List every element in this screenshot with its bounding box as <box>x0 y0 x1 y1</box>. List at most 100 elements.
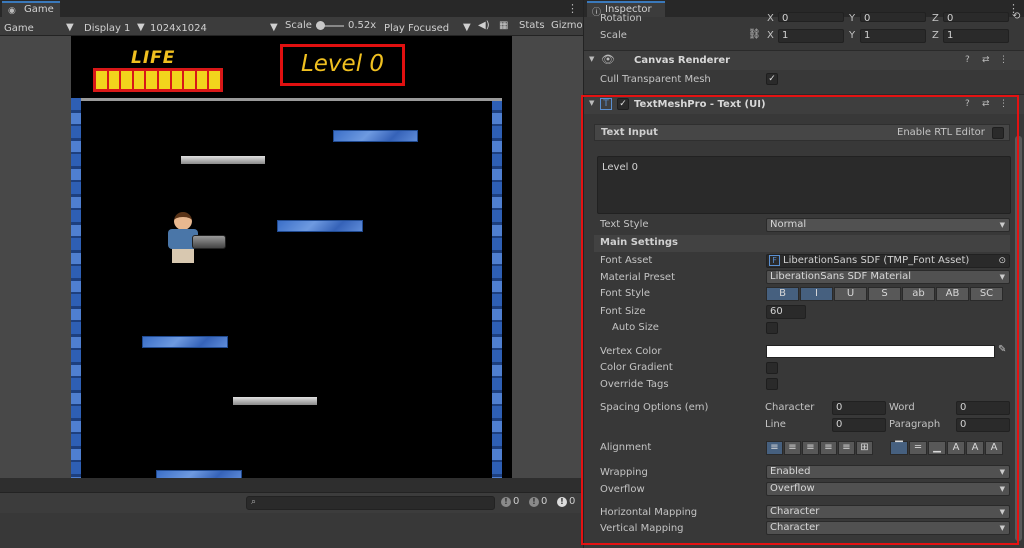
word-spacing-field[interactable]: 0 <box>956 401 1010 415</box>
rotation-z-field[interactable]: 0 <box>943 12 1009 22</box>
help-icon[interactable]: ? <box>965 99 970 109</box>
character-spacing-field[interactable]: 0 <box>832 401 886 415</box>
link-icon[interactable]: ⛓ <box>748 29 761 40</box>
console-log-area[interactable] <box>0 513 583 548</box>
component-menu-icon[interactable]: ⋮ <box>999 99 1008 109</box>
scale-y-field[interactable]: 1 <box>860 29 926 43</box>
alignment-label: Alignment <box>600 442 652 453</box>
chevron-down-icon[interactable]: ▼ <box>589 99 594 107</box>
eyedropper-icon[interactable]: ✎ <box>998 344 1006 355</box>
play-mode-value: Play Focused <box>384 23 450 34</box>
life-segment <box>133 71 145 89</box>
life-segment <box>108 71 120 89</box>
font-style-button-s[interactable]: S <box>868 287 901 301</box>
chevron-down-icon: ▼ <box>999 221 1005 229</box>
chevron-down-icon[interactable]: ▼ <box>589 55 594 63</box>
rotation-y-field[interactable]: 0 <box>860 12 926 22</box>
stats-button[interactable]: Stats <box>519 20 545 31</box>
blue-platform <box>142 336 228 348</box>
vertex-color-swatch[interactable] <box>766 345 995 358</box>
override-tags-checkbox[interactable] <box>766 378 778 390</box>
font-style-button-u[interactable]: U <box>834 287 867 301</box>
canvas-renderer-header[interactable]: ▼ 👁 Canvas Renderer ? ⇄ ⋮ <box>584 50 1024 70</box>
component-menu-icon[interactable]: ⋮ <box>999 55 1008 65</box>
game-viewport[interactable]: LIFE Level 0 <box>71 36 512 478</box>
align-center-icon[interactable]: ≡ <box>784 441 801 455</box>
align-flush-icon[interactable]: ≡ <box>838 441 855 455</box>
align-left-icon[interactable]: ≡ <box>766 441 783 455</box>
axis-y-label: Y <box>849 13 856 24</box>
align-justify-icon[interactable]: ≡ <box>820 441 837 455</box>
wrapping-value: Enabled <box>770 466 811 477</box>
help-icon[interactable]: ? <box>965 55 970 65</box>
align-top-icon[interactable]: ▔ <box>890 441 908 455</box>
align-bottom-icon[interactable]: ▁ <box>928 441 946 455</box>
font-asset-field[interactable]: F LiberationSans SDF (TMP_Font Asset) ⊙ <box>766 254 1010 268</box>
grid-icon[interactable]: ▦ <box>499 20 508 31</box>
reset-icon[interactable]: ⟲ <box>1012 11 1020 22</box>
preset-icon[interactable]: ⇄ <box>982 99 990 109</box>
font-style-button-sc[interactable]: SC <box>970 287 1003 301</box>
gamepad-icon: ◉ <box>8 6 16 16</box>
horizontal-mapping-dropdown[interactable]: Character ▼ <box>766 505 1010 519</box>
rtl-editor-checkbox[interactable] <box>992 127 1004 139</box>
wrapping-dropdown[interactable]: Enabled ▼ <box>766 465 1010 479</box>
life-bar <box>93 68 223 92</box>
game-menu-icon[interactable]: ⋮ <box>567 2 578 15</box>
tab-game[interactable]: ◉ Game <box>2 1 60 17</box>
scale-slider-handle[interactable] <box>316 21 325 30</box>
inspector-panel: ⓘ Inspector ⋮ Rotation X 0 Y 0 Z 0 ⟲ Sca… <box>583 0 1024 548</box>
inspector-scrollbar[interactable] <box>1015 136 1022 541</box>
vertical-mapping-dropdown[interactable]: Character ▼ <box>766 521 1010 535</box>
font-size-field[interactable]: 60 <box>766 305 806 319</box>
font-style-button-ab[interactable]: ab <box>902 287 935 301</box>
tmp-component-title: TextMeshPro - Text (UI) <box>634 99 766 110</box>
auto-size-checkbox[interactable] <box>766 322 778 334</box>
rotation-x-field[interactable]: 0 <box>778 12 844 22</box>
word-spacing-label: Word <box>889 402 915 413</box>
object-picker-icon[interactable]: ⊙ <box>998 255 1006 267</box>
color-gradient-label: Color Gradient <box>600 362 673 373</box>
tmp-component-header[interactable]: ▼ T ✓ TextMeshPro - Text (UI) ? ⇄ ⋮ <box>584 94 1024 114</box>
display-value: Display 1 <box>84 23 131 34</box>
overflow-value: Overflow <box>770 483 815 494</box>
blue-platform <box>333 130 418 142</box>
text-style-dropdown[interactable]: Normal ▼ <box>766 218 1010 232</box>
overflow-dropdown[interactable]: Overflow ▼ <box>766 482 1010 496</box>
axis-x-label: X <box>767 13 774 24</box>
line-spacing-field[interactable]: 0 <box>832 418 886 432</box>
color-gradient-checkbox[interactable] <box>766 362 778 374</box>
tmp-enabled-checkbox[interactable]: ✓ <box>617 98 629 110</box>
log-count[interactable]: ! 0 <box>501 496 519 507</box>
chevron-down-icon: ▼ <box>999 468 1005 476</box>
console-search-input[interactable]: ⌕ <box>246 496 495 510</box>
align-right-icon[interactable]: ≡ <box>802 441 819 455</box>
align-middle-icon[interactable]: ═ <box>909 441 927 455</box>
life-label: LIFE <box>131 48 176 68</box>
error-count[interactable]: ! 0 <box>557 496 575 507</box>
paragraph-spacing-field[interactable]: 0 <box>956 418 1010 432</box>
text-style-label: Text Style <box>600 219 649 230</box>
console-toolbar: ⌕ ! 0 ! 0 ! 0 <box>0 492 583 513</box>
preset-icon[interactable]: ⇄ <box>982 55 990 65</box>
text-input-area[interactable]: Level 0 <box>597 156 1011 214</box>
scale-z-field[interactable]: 1 <box>943 29 1009 43</box>
game-tab-bar: ◉ Game ⋮ <box>0 0 583 17</box>
audio-mute-icon[interactable]: ◀) <box>478 20 490 31</box>
font-style-button-i[interactable]: I <box>800 287 833 301</box>
align-geometry-center-icon[interactable]: ⊞ <box>856 441 873 455</box>
scale-label: Scale <box>600 30 627 41</box>
spike-platform <box>181 139 265 165</box>
gizmos-button[interactable]: Gizmo <box>551 20 583 31</box>
warning-count[interactable]: ! 0 <box>529 496 547 507</box>
main-settings-label: Main Settings <box>600 237 678 248</box>
rtl-editor-label: Enable RTL Editor <box>897 127 985 138</box>
scale-x-field[interactable]: 1 <box>778 29 844 43</box>
cull-transparent-mesh-checkbox[interactable]: ✓ <box>766 73 778 85</box>
align-capline-icon[interactable]: A <box>985 441 1003 455</box>
align-baseline-icon[interactable]: A <box>947 441 965 455</box>
font-style-button-ab[interactable]: AB <box>936 287 969 301</box>
material-preset-dropdown[interactable]: LiberationSans SDF Material ▼ <box>766 270 1010 284</box>
align-midline-icon[interactable]: A <box>966 441 984 455</box>
font-style-button-b[interactable]: B <box>766 287 799 301</box>
